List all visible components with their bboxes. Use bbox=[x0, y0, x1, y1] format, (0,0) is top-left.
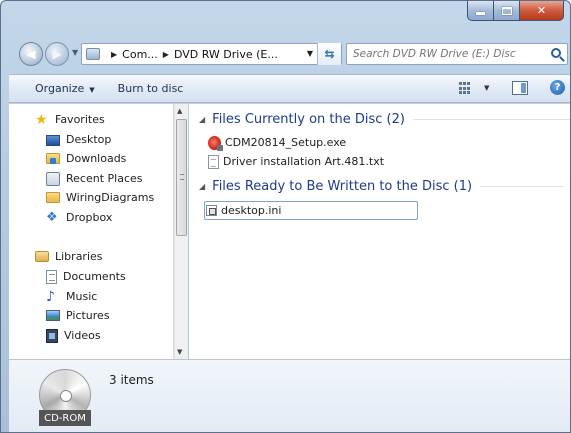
maximize-button[interactable] bbox=[494, 1, 520, 21]
maximize-icon bbox=[501, 6, 512, 15]
drive-type-label: CD-ROM bbox=[39, 410, 91, 426]
file-item[interactable]: Driver installation Art.481.txt bbox=[208, 152, 384, 171]
nav-item-music[interactable]: ♪ Music bbox=[46, 287, 97, 306]
refresh-button[interactable]: ⇆ bbox=[317, 43, 341, 65]
breadcrumb-drive[interactable]: DVD RW Drive (E... bbox=[174, 48, 278, 61]
nav-favorites[interactable]: ★ Favorites bbox=[35, 110, 105, 129]
burn-to-disc-button[interactable]: Burn to disc bbox=[118, 82, 184, 95]
address-bar[interactable]: ▶ Com... ▶ DVD RW Drive (E... ▼ ⇆ bbox=[81, 43, 342, 65]
minimize-button[interactable] bbox=[467, 1, 494, 21]
explorer-window: ✕ ◀ ▶ ▼ ▶ Com... ▶ DVD RW Drive (E... ▼ … bbox=[0, 0, 571, 433]
close-icon: ✕ bbox=[536, 4, 547, 17]
group-divider bbox=[480, 185, 565, 187]
caption-buttons: ✕ bbox=[467, 1, 564, 21]
nav-item-desktop[interactable]: Desktop bbox=[46, 130, 111, 149]
help-icon[interactable]: ? bbox=[550, 80, 565, 95]
nav-item-wiringdiagrams[interactable]: WiringDiagrams bbox=[46, 188, 154, 207]
breadcrumb-chevron-icon[interactable]: ▶ bbox=[163, 50, 169, 59]
forward-arrow-icon: ▶ bbox=[52, 47, 62, 61]
forward-button[interactable]: ▶ bbox=[45, 42, 69, 66]
folder-icon bbox=[46, 192, 60, 203]
star-icon: ★ bbox=[35, 111, 48, 128]
nav-item-label: Desktop bbox=[66, 133, 112, 146]
file-name: desktop.ini bbox=[221, 204, 282, 217]
nav-libraries-label: Libraries bbox=[55, 250, 103, 263]
nav-item-dropbox[interactable]: ❖ Dropbox bbox=[46, 208, 112, 227]
nav-item-documents[interactable]: Documents bbox=[46, 267, 126, 286]
organize-label: Organize bbox=[35, 82, 85, 95]
organize-dropdown-icon: ▼ bbox=[89, 86, 95, 94]
file-list: ◢ Files Currently on the Disc (2) CDM208… bbox=[189, 104, 570, 359]
nav-item-label: Pictures bbox=[66, 309, 110, 322]
ini-file-icon bbox=[206, 205, 217, 216]
command-bar: Organize ▼ Burn to disc ▼ ? bbox=[9, 74, 570, 103]
videos-icon bbox=[46, 328, 58, 343]
nav-item-label: Documents bbox=[63, 270, 126, 283]
back-arrow-icon: ◀ bbox=[26, 47, 36, 61]
music-icon: ♪ bbox=[46, 288, 55, 305]
search-box[interactable] bbox=[346, 43, 568, 65]
text-file-icon bbox=[208, 154, 219, 169]
nav-item-recent-places[interactable]: Recent Places bbox=[46, 169, 143, 188]
file-item[interactable]: desktop.ini bbox=[206, 201, 281, 220]
details-pane: CD-ROM 3 items bbox=[9, 359, 570, 432]
pictures-icon bbox=[46, 310, 60, 321]
exe-icon bbox=[208, 135, 223, 151]
group-title: Files Currently on the Disc (2) bbox=[212, 111, 405, 127]
close-button[interactable]: ✕ bbox=[520, 1, 564, 21]
nav-item-label: Music bbox=[66, 290, 98, 303]
scroll-up-icon[interactable]: ▲ bbox=[177, 107, 182, 115]
scroll-down-icon[interactable]: ▼ bbox=[177, 348, 182, 356]
nav-favorites-label: Favorites bbox=[55, 113, 105, 126]
file-name: Driver installation Art.481.txt bbox=[223, 155, 385, 168]
nav-item-label: Recent Places bbox=[66, 172, 143, 185]
breadcrumb-computer[interactable]: Com... bbox=[122, 48, 158, 61]
view-dropdown-icon[interactable]: ▼ bbox=[484, 84, 489, 92]
desktop-icon bbox=[46, 134, 60, 146]
file-name: CDM20814_Setup.exe bbox=[225, 136, 347, 149]
nav-item-label: WiringDiagrams bbox=[66, 191, 155, 204]
back-button[interactable]: ◀ bbox=[19, 42, 43, 66]
organize-button[interactable]: Organize ▼ bbox=[35, 82, 95, 95]
address-row: ◀ ▶ ▼ ▶ Com... ▶ DVD RW Drive (E... ▼ ⇆ bbox=[1, 38, 570, 70]
search-icon[interactable] bbox=[551, 48, 561, 58]
scrollbar-thumb[interactable] bbox=[176, 119, 187, 236]
group-header-current-files[interactable]: ◢ Files Currently on the Disc (2) bbox=[199, 110, 570, 128]
downloads-folder-icon bbox=[46, 153, 60, 164]
navigation-pane: ★ Favorites Desktop Downloads Recent Pla… bbox=[9, 104, 174, 359]
nav-libraries[interactable]: Libraries bbox=[35, 247, 103, 266]
nav-item-label: Downloads bbox=[66, 152, 127, 165]
recent-places-icon bbox=[46, 171, 60, 186]
address-dropdown-icon[interactable]: ▼ bbox=[307, 49, 313, 58]
change-view-icon[interactable] bbox=[459, 82, 472, 95]
search-input[interactable] bbox=[353, 48, 543, 60]
collapse-triangle-icon[interactable]: ◢ bbox=[199, 115, 205, 124]
minimize-icon bbox=[476, 12, 485, 15]
collapse-triangle-icon[interactable]: ◢ bbox=[199, 182, 205, 191]
nav-item-label: Dropbox bbox=[66, 211, 113, 224]
file-item[interactable]: CDM20814_Setup.exe bbox=[208, 133, 346, 152]
computer-icon bbox=[86, 48, 100, 60]
nav-item-downloads[interactable]: Downloads bbox=[46, 149, 126, 168]
dropbox-icon: ❖ bbox=[46, 209, 58, 225]
refresh-icon: ⇆ bbox=[324, 47, 335, 61]
nav-item-label: Videos bbox=[64, 329, 101, 342]
item-count: 3 items bbox=[109, 373, 154, 387]
group-header-pending-files[interactable]: ◢ Files Ready to Be Written to the Disc … bbox=[199, 177, 565, 195]
preview-pane-icon[interactable] bbox=[512, 81, 528, 95]
navigation-scrollbar[interactable]: ▲ ▼ bbox=[174, 104, 188, 359]
group-divider bbox=[412, 118, 570, 120]
nav-item-pictures[interactable]: Pictures bbox=[46, 306, 110, 325]
scroll-grip-icon bbox=[180, 174, 184, 180]
nav-item-videos[interactable]: Videos bbox=[46, 326, 101, 345]
libraries-icon bbox=[35, 251, 49, 262]
group-title: Files Ready to Be Written to the Disc (1… bbox=[212, 178, 473, 194]
documents-icon bbox=[46, 269, 57, 284]
breadcrumb-chevron-icon[interactable]: ▶ bbox=[111, 50, 117, 59]
recent-pages-dropdown[interactable]: ▼ bbox=[72, 48, 78, 57]
